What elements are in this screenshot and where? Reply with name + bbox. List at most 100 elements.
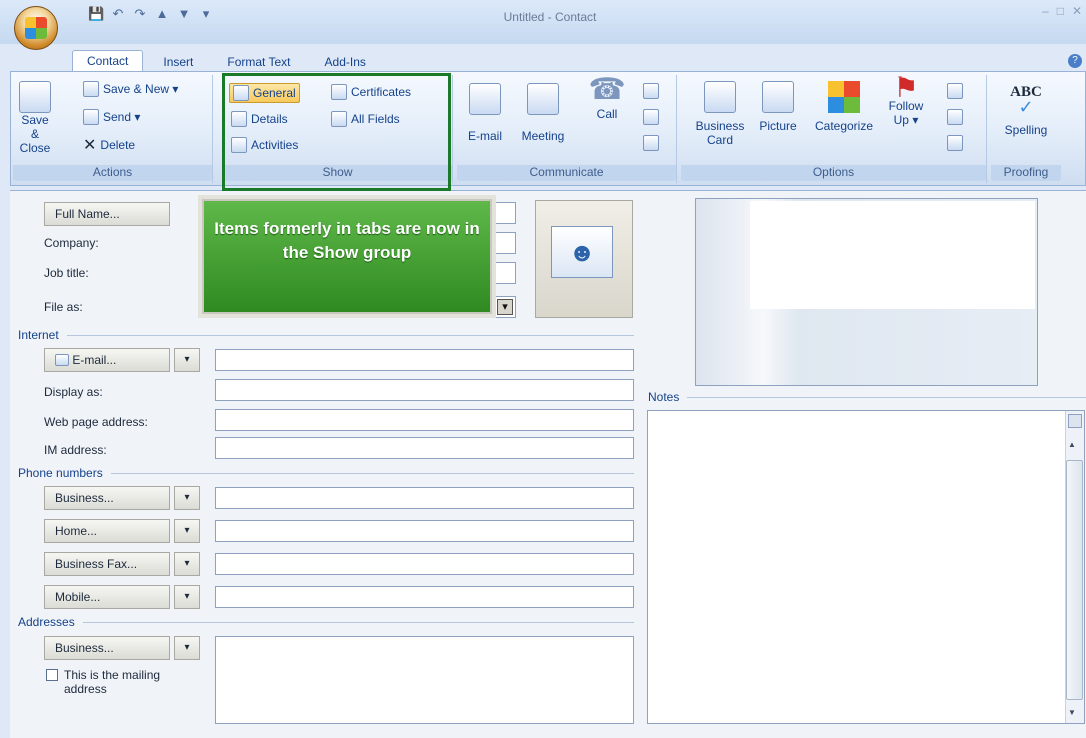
communicate-small-icon-2[interactable] [643, 109, 659, 125]
contact-picture-icon: ☻ [551, 226, 613, 278]
call-label: Call [596, 107, 618, 121]
follow-up-label: Follow Up ▾ [888, 99, 924, 127]
mailing-address-checkbox[interactable] [46, 669, 58, 681]
web-page-field[interactable] [215, 409, 634, 431]
call-button[interactable]: ☎ Call [587, 75, 627, 122]
full-name-button[interactable]: Full Name... [44, 202, 170, 226]
internet-section-label: Internet [18, 328, 59, 342]
business-card-icon [704, 81, 736, 113]
group-options: Business Card Picture Categorize ⚑ Follow… [681, 72, 987, 183]
meeting-button[interactable]: Meeting [513, 83, 573, 143]
email-label: E-mail [467, 129, 502, 143]
address-field[interactable] [215, 636, 634, 724]
save-close-button[interactable]: Save & Close [17, 81, 53, 155]
previous-item-icon[interactable]: ▲ [154, 6, 170, 22]
internet-section: Internet [18, 328, 634, 342]
tab-add-ins[interactable]: Add-Ins [311, 52, 380, 72]
mailing-address-label: This is the mailing address [64, 668, 161, 696]
help-icon[interactable]: ? [1068, 54, 1082, 68]
phone-home-button[interactable]: Home... [44, 519, 170, 543]
tab-insert[interactable]: Insert [149, 52, 207, 72]
phone-fax-field[interactable] [215, 553, 634, 575]
follow-up-button[interactable]: ⚑ Follow Up ▾ [881, 72, 931, 128]
save-new-label: Save & New ▾ [103, 82, 179, 96]
picture-button[interactable]: Picture [753, 81, 803, 133]
email-field-button-label: E-mail... [72, 353, 117, 367]
business-card-button[interactable]: Business Card [685, 81, 755, 147]
scroll-thumb[interactable] [1066, 460, 1083, 700]
scroll-up-icon[interactable]: ▲ [1068, 440, 1076, 449]
address-dropdown[interactable]: ▾ [174, 636, 200, 660]
dropdown-arrow-icon: ▾ [497, 299, 513, 315]
save-icon[interactable]: 💾 [88, 6, 104, 22]
section-divider [66, 334, 634, 336]
company-field[interactable] [494, 232, 516, 254]
send-icon [83, 109, 99, 125]
save-new-icon [83, 81, 99, 97]
email-dropdown-button[interactable]: ▾ [174, 348, 200, 372]
section-divider [687, 396, 1086, 398]
company-label: Company: [44, 236, 99, 250]
next-item-icon[interactable]: ▼ [176, 6, 192, 22]
tab-contact[interactable]: Contact [72, 50, 144, 72]
maximize-icon[interactable]: □ [1057, 4, 1064, 18]
proofing-group-label: Proofing [991, 165, 1061, 181]
send-button[interactable]: Send ▾ [83, 109, 140, 125]
job-title-field[interactable] [494, 262, 516, 284]
close-icon[interactable]: ✕ [1072, 4, 1082, 18]
redo-icon[interactable]: ↷ [132, 6, 148, 22]
picture-label: Picture [759, 119, 797, 133]
communicate-small-icon-1[interactable] [643, 83, 659, 99]
business-card-content [750, 201, 1035, 309]
private-lock-icon[interactable] [947, 83, 963, 99]
phone-home-dropdown[interactable]: ▾ [174, 519, 200, 543]
display-as-label: Display as: [44, 385, 103, 399]
email-field[interactable] [215, 349, 634, 371]
phone-business-field[interactable] [215, 487, 634, 509]
phone-business-dropdown[interactable]: ▾ [174, 486, 200, 510]
check-names-icon[interactable] [947, 135, 963, 151]
phone-home-field[interactable] [215, 520, 634, 542]
phone-business-button[interactable]: Business... [44, 486, 170, 510]
tab-format-text[interactable]: Format Text [213, 52, 304, 72]
save-new-button[interactable]: Save & New ▾ [83, 81, 178, 97]
email-button[interactable]: E-mail [463, 83, 507, 143]
notes-label: Notes [648, 390, 680, 404]
scroll-down-icon[interactable]: ▼ [1068, 708, 1076, 717]
customize-qat-icon[interactable]: ▾ [198, 6, 214, 22]
notes-format-icon[interactable] [1068, 414, 1082, 428]
web-page-label: Web page address: [44, 415, 148, 429]
save-close-icon [19, 81, 51, 113]
categorize-button[interactable]: Categorize [809, 81, 879, 133]
delete-button[interactable]: ✕ Delete [83, 135, 135, 155]
file-as-dropdown[interactable]: ▾ [494, 296, 516, 318]
phone-mobile-dropdown[interactable]: ▾ [174, 585, 200, 609]
address-card-icon [55, 354, 69, 366]
section-divider [110, 472, 634, 474]
full-name-field[interactable] [494, 202, 516, 224]
job-title-label: Job title: [44, 266, 89, 280]
address-business-button[interactable]: Business... [44, 636, 170, 660]
minimize-icon[interactable]: – [1042, 4, 1049, 18]
phone-mobile-button[interactable]: Mobile... [44, 585, 170, 609]
notes-textarea[interactable] [647, 410, 1085, 724]
undo-icon[interactable]: ↶ [110, 6, 126, 22]
email-field-button[interactable]: E-mail... [44, 348, 170, 372]
communicate-small-icon-3[interactable] [643, 135, 659, 151]
phone-fax-button[interactable]: Business Fax... [44, 552, 170, 576]
spelling-button[interactable]: ABC ✓ Spelling [997, 81, 1055, 138]
notes-section: Notes [648, 390, 1086, 404]
ribbon-tabs: Contact Insert Format Text Add-Ins [72, 50, 380, 72]
office-button[interactable] [14, 6, 58, 50]
options-group-label: Options [681, 165, 986, 181]
display-as-field[interactable] [215, 379, 634, 401]
flag-icon: ⚑ [893, 72, 919, 103]
address-book-icon[interactable] [947, 109, 963, 125]
picture-icon [762, 81, 794, 113]
phone-fax-dropdown[interactable]: ▾ [174, 552, 200, 576]
phone-mobile-field[interactable] [215, 586, 634, 608]
im-address-field[interactable] [215, 437, 634, 459]
communicate-group-label: Communicate [457, 165, 676, 181]
addresses-section-label: Addresses [18, 615, 75, 629]
group-communicate: E-mail Meeting ☎ Call Communicate [457, 75, 677, 183]
